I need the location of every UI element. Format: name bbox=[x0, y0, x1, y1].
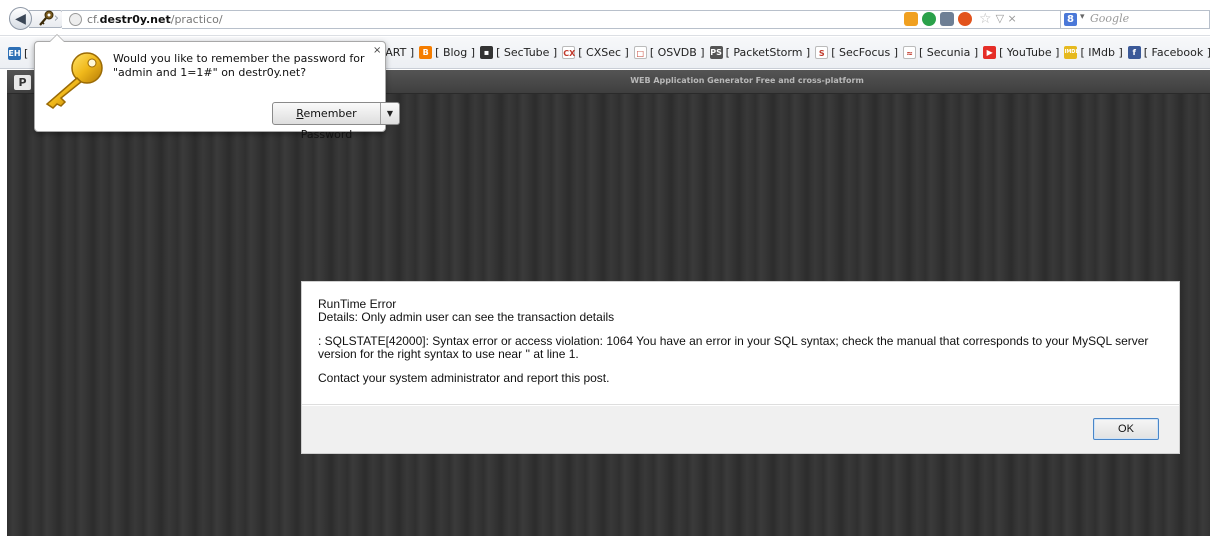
password-key-icon[interactable] bbox=[37, 10, 55, 28]
eh-icon: EH bbox=[8, 47, 21, 60]
bookmark-label: [ SecTube ] bbox=[496, 46, 558, 59]
bookmark-label: [ Secunia ] bbox=[919, 46, 979, 59]
addon-icons: ☆ ▽ × bbox=[904, 11, 1017, 27]
key-icon bbox=[45, 52, 103, 109]
bookmark-item[interactable]: □[ OSVDB ] bbox=[633, 46, 705, 59]
blogger-icon: B bbox=[419, 46, 433, 59]
bookmark-first[interactable]: EH [ bbox=[8, 47, 28, 60]
bookmark-item[interactable]: PS[ PacketStorm ] bbox=[709, 46, 811, 59]
bookmark-list: evART ] B[ Blog ] ▪[ SecTube ] CX[ CXSec ] □… bbox=[372, 46, 1210, 59]
url-prefix: cf. bbox=[87, 13, 100, 26]
bookmark-label: [ PacketStorm ] bbox=[725, 46, 811, 59]
secfocus-icon: S bbox=[815, 46, 829, 59]
page-icon: □ bbox=[633, 46, 647, 59]
bookmark-label: [ IMdb ] bbox=[1080, 46, 1123, 59]
bookmark-label: [ YouTube ] bbox=[999, 46, 1060, 59]
error-contact: Contact your system administrator and re… bbox=[318, 371, 610, 385]
bookmark-item[interactable]: ≈[ Secunia ] bbox=[903, 46, 978, 59]
error-details: Details: Only admin user can see the tra… bbox=[318, 309, 615, 324]
addon-ipv6-icon[interactable] bbox=[940, 12, 954, 26]
bookmark-item[interactable]: B[ Blog ] bbox=[419, 46, 475, 59]
navigation-toolbar: › ◀ cf.destr0y.net/practico/ ☆ ▽ × 8 ▾ G… bbox=[0, 0, 1210, 36]
packetstorm-icon: PS bbox=[709, 46, 723, 59]
bookmark-label: [ bbox=[24, 47, 29, 60]
youtube-icon: ▶ bbox=[983, 46, 997, 59]
password-prompt-text: Would you like to remember the password … bbox=[113, 52, 365, 79]
password-remember-popup: Would you like to remember the password … bbox=[34, 34, 400, 141]
url-domain: destr0y.net bbox=[99, 13, 171, 26]
bookmark-label: [ Facebook ] bbox=[1143, 46, 1210, 59]
search-box[interactable]: 8 ▾ Google bbox=[1060, 10, 1210, 29]
bookmark-item[interactable]: ▶[ YouTube ] bbox=[983, 46, 1059, 59]
bookmark-star-icon[interactable]: ☆ bbox=[979, 12, 992, 26]
url-text[interactable]: cf.destr0y.net/practico/ bbox=[87, 11, 223, 28]
bookmark-item[interactable]: f[ Facebook ] bbox=[1127, 46, 1210, 59]
remember-password-button[interactable]: Remember Password ▼ bbox=[272, 102, 400, 141]
bookmark-item[interactable]: IMDb[ IMdb ] bbox=[1064, 46, 1123, 59]
error-message: RunTime Error Details: Only admin user c… bbox=[318, 298, 1168, 385]
bookmark-item[interactable]: ▪[ SecTube ] bbox=[480, 46, 557, 59]
cx-icon: CX bbox=[562, 46, 575, 59]
error-dialog-body: RunTime Error Details: Only admin user c… bbox=[302, 282, 1179, 405]
addon-ubuntu-icon[interactable] bbox=[958, 12, 972, 26]
arrow-left-icon: ◀ bbox=[15, 10, 26, 27]
runtime-error-dialog: RunTime Error Details: Only admin user c… bbox=[301, 281, 1180, 454]
bookmark-item[interactable]: S[ SecFocus ] bbox=[815, 46, 898, 59]
search-engine-caret-icon[interactable]: ▾ bbox=[1080, 12, 1085, 22]
chevron-down-icon[interactable]: ▼ bbox=[381, 103, 399, 124]
addon-hand-icon[interactable] bbox=[904, 12, 918, 26]
error-dialog-footer: OK bbox=[302, 406, 1179, 453]
ok-button[interactable]: OK bbox=[1093, 418, 1159, 440]
popup-arrow-inner bbox=[50, 35, 64, 42]
addon-g-icon[interactable] bbox=[922, 12, 936, 26]
globe-icon bbox=[69, 13, 82, 26]
remember-password-label[interactable]: Remember Password bbox=[273, 103, 381, 141]
bookmark-label: [ CXSec ] bbox=[578, 46, 629, 59]
imdb-icon: IMDb bbox=[1064, 46, 1079, 59]
facebook-icon: f bbox=[1127, 46, 1141, 59]
google-logo-icon[interactable]: 8 bbox=[1064, 13, 1077, 26]
url-path: /practico/ bbox=[170, 13, 223, 26]
bookmark-label: [ Blog ] bbox=[435, 46, 476, 59]
back-button[interactable]: ◀ bbox=[9, 7, 32, 30]
page-edge bbox=[0, 70, 7, 536]
search-placeholder: Google bbox=[1090, 12, 1130, 25]
error-title: RunTime Error bbox=[318, 297, 397, 311]
secunia-icon: ≈ bbox=[903, 46, 917, 59]
bookmark-item[interactable]: CX[ CXSec ] bbox=[562, 46, 629, 59]
bookmark-label: [ SecFocus ] bbox=[831, 46, 899, 59]
url-dropdown-stop[interactable]: ▽ × bbox=[996, 12, 1017, 26]
bookmark-label: [ OSVDB ] bbox=[649, 46, 705, 59]
label-rest: emember Password bbox=[300, 107, 357, 141]
browser-window: › ◀ cf.destr0y.net/practico/ ☆ ▽ × 8 ▾ G… bbox=[0, 0, 1210, 536]
close-icon[interactable]: × bbox=[373, 46, 381, 56]
error-sql: : SQLSTATE[42000]: Syntax error or acces… bbox=[318, 334, 1149, 361]
tv-icon: ▪ bbox=[480, 46, 494, 59]
